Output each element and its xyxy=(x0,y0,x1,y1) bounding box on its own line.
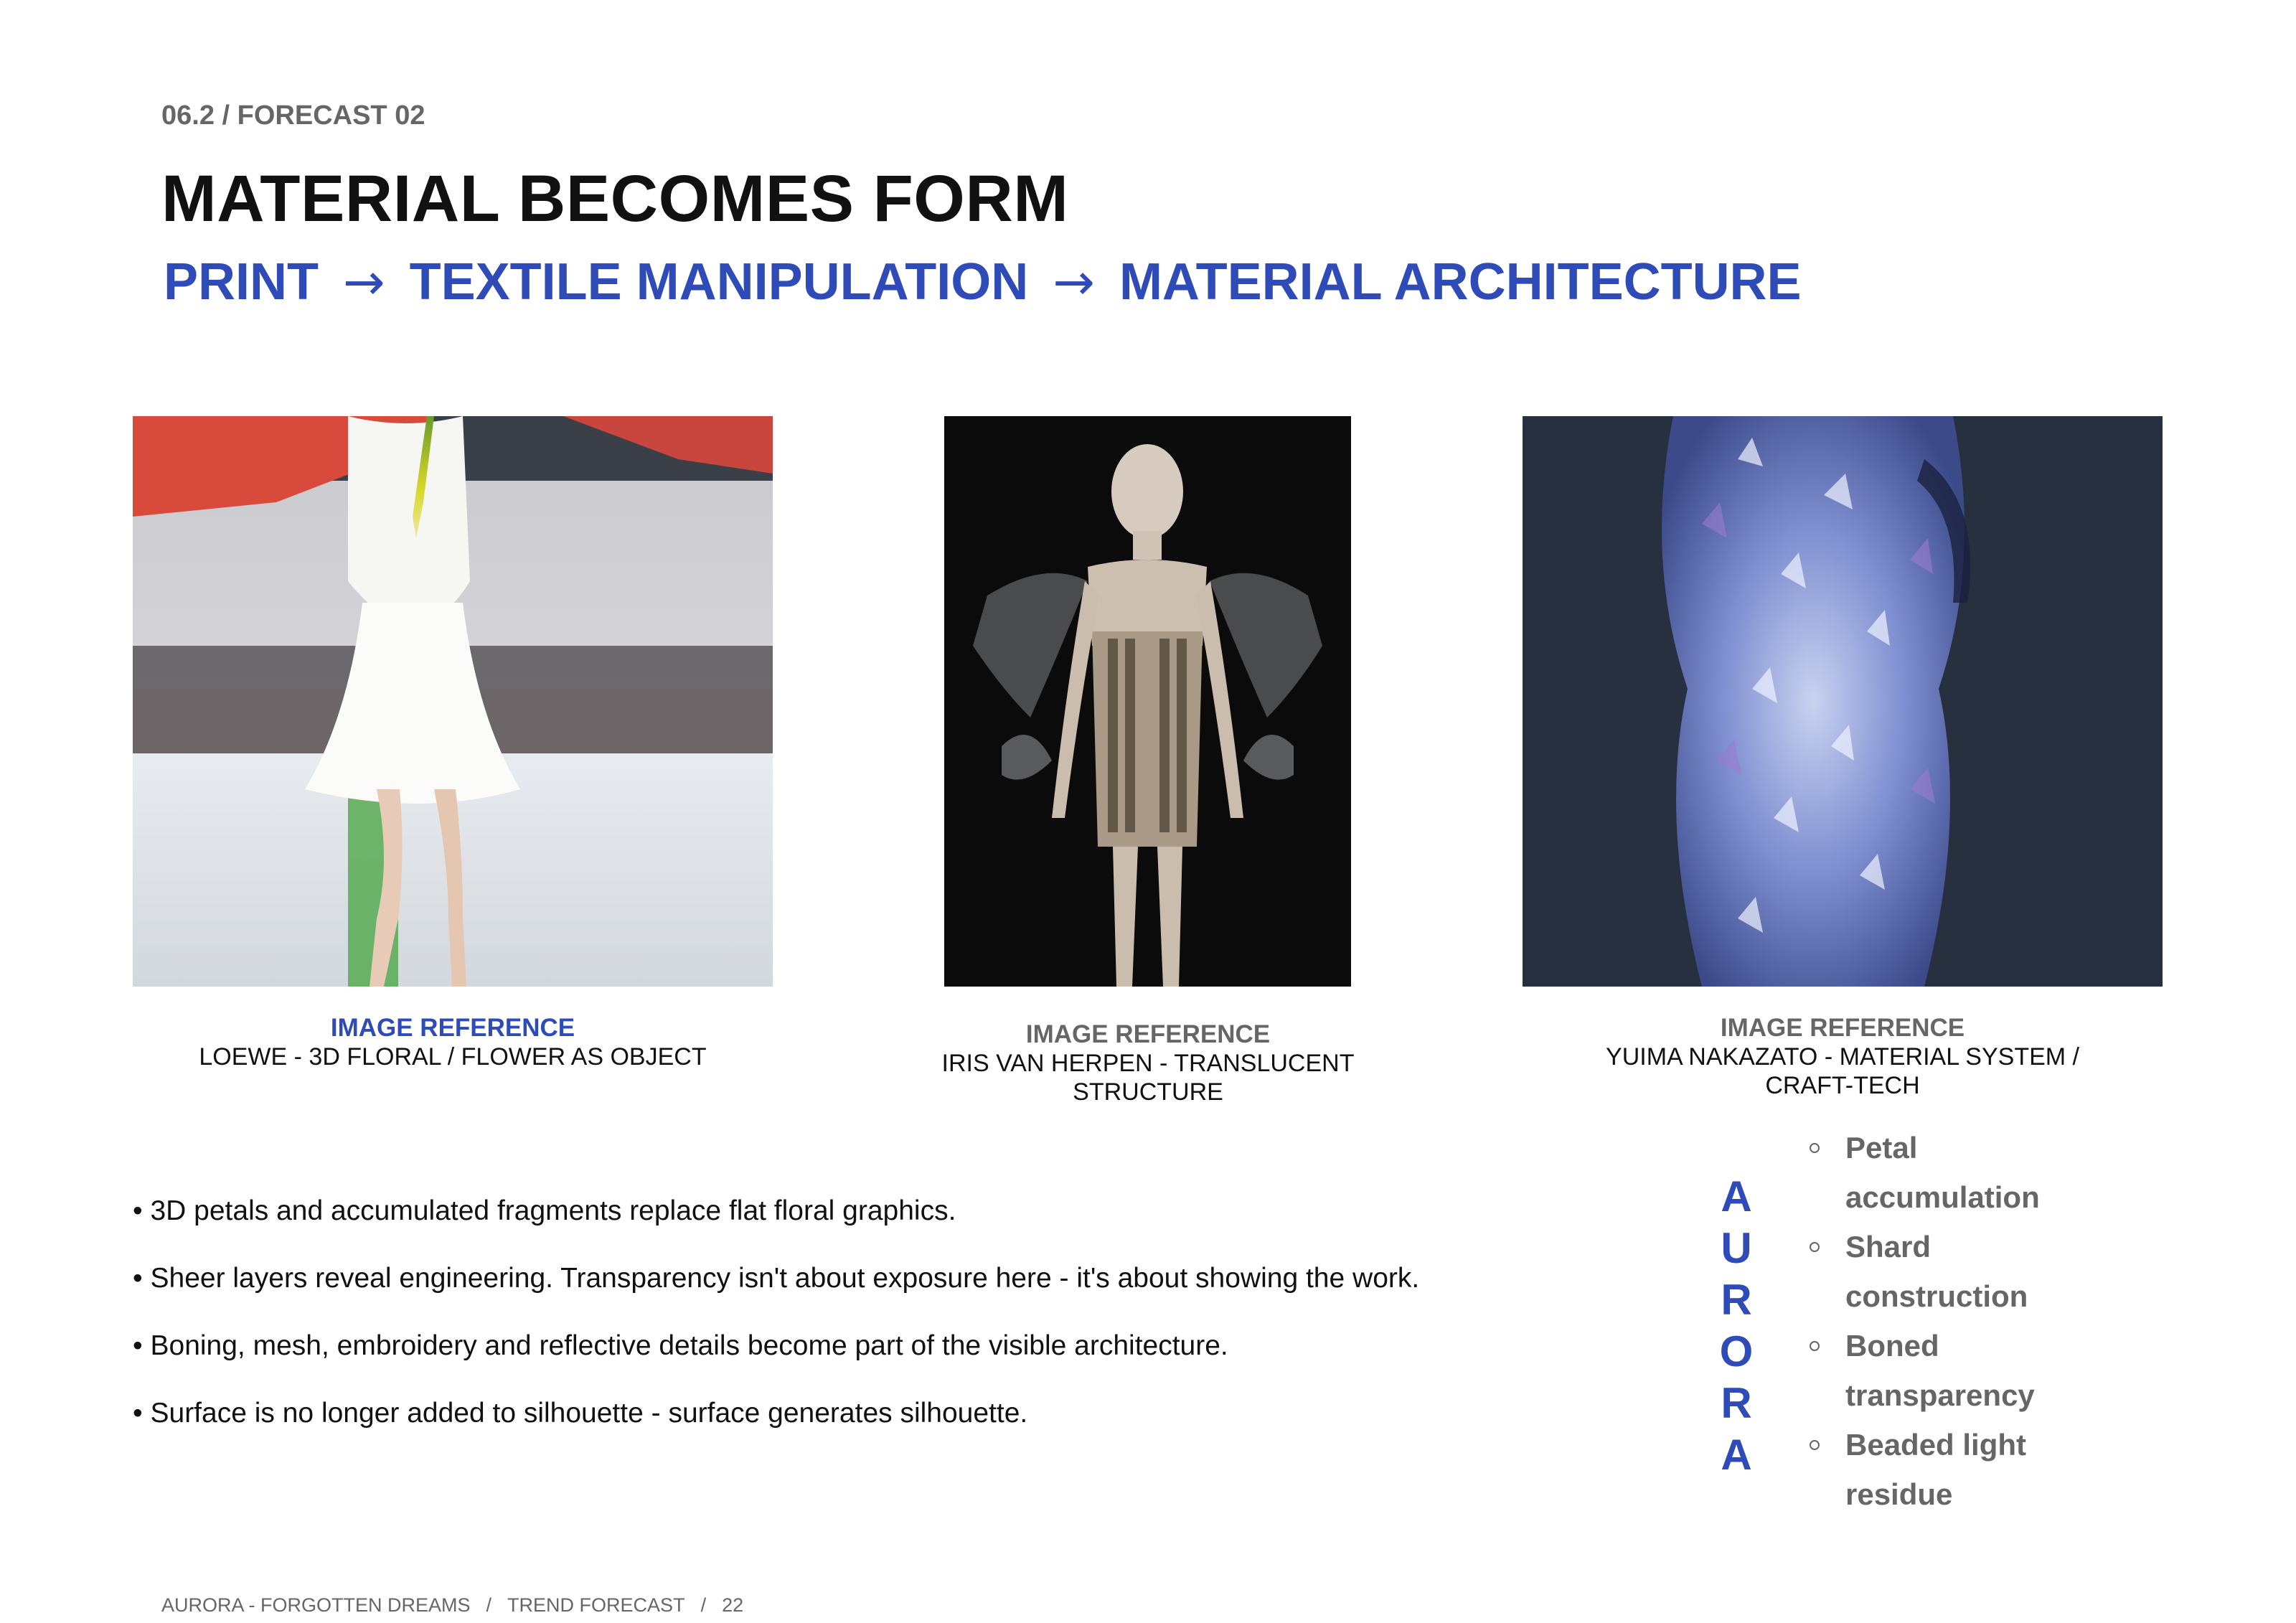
hollow-bullet-icon xyxy=(1810,1143,1820,1153)
section-kicker: 06.2 / FORECAST 02 xyxy=(161,100,425,131)
hollow-bullet-icon xyxy=(1810,1242,1820,1252)
aurora-letter: U xyxy=(1721,1224,1752,1272)
aurora-keyword-item: Boned transparency xyxy=(1808,1321,2095,1420)
aurora-keyword-item: Shard construction xyxy=(1808,1222,2095,1321)
aurora-vertical-word: A U R O R A xyxy=(1715,1171,1758,1481)
bullet-item: • 3D petals and accumulated fragments re… xyxy=(133,1195,956,1226)
hollow-bullet-icon xyxy=(1810,1341,1820,1351)
aurora-letter: A xyxy=(1721,1431,1752,1479)
process-flow-heading: PRINT → TEXTILE MANIPULATION → MATERIAL … xyxy=(164,253,1802,311)
reference-description-continued: STRUCTURE xyxy=(1073,1078,1223,1106)
reference-photo-iris-van-herpen xyxy=(944,416,1351,987)
reference-caption-yuima-nakazato: IMAGE REFERENCE YUIMA NAKAZATO - MATERIA… xyxy=(1523,1014,2163,1100)
aurora-letter: O xyxy=(1719,1327,1754,1375)
reference-description: LOEWE - 3D FLORAL / FLOWER AS OBJECT xyxy=(199,1043,707,1071)
insight-bullets: • 3D petals and accumulated fragments re… xyxy=(133,1195,1496,1464)
right-arrow-icon: → xyxy=(343,253,385,311)
right-arrow-icon: → xyxy=(1053,253,1095,311)
flow-step-material-architecture: MATERIAL ARCHITECTURE xyxy=(1119,253,1802,311)
page-footer: AURORA - FORGOTTEN DREAMS / TREND FORECAST… xyxy=(161,1594,743,1617)
bullet-item: • Sheer layers reveal engineering. Trans… xyxy=(133,1263,1420,1294)
aurora-letter: R xyxy=(1721,1276,1752,1324)
footer-separator: / xyxy=(700,1594,707,1616)
reference-description: IRIS VAN HERPEN - TRANSLUCENT xyxy=(941,1050,1355,1077)
page-title: MATERIAL BECOMES FORM xyxy=(161,162,1069,235)
footer-collection: AURORA - FORGOTTEN DREAMS xyxy=(161,1594,471,1616)
footer-section: TREND FORECAST xyxy=(507,1594,685,1616)
reference-photo-loewe xyxy=(133,416,773,987)
aurora-keyword-item: Beaded light residue xyxy=(1808,1420,2095,1519)
flow-step-textile-manipulation: TEXTILE MANIPULATION xyxy=(409,253,1029,311)
page-number: 22 xyxy=(722,1594,744,1616)
aurora-keyword-item: Petal accumulation xyxy=(1808,1123,2095,1222)
bullet-item: • Boning, mesh, embroidery and reflectiv… xyxy=(133,1330,1228,1361)
aurora-letter: R xyxy=(1721,1379,1752,1427)
hollow-bullet-icon xyxy=(1810,1440,1820,1450)
reference-photo-yuima-nakazato xyxy=(1523,416,2163,987)
reference-description: YUIMA NAKAZATO - MATERIAL SYSTEM / xyxy=(1606,1043,2079,1071)
flow-step-print: PRINT xyxy=(164,253,319,311)
bullet-item: • Surface is no longer added to silhouet… xyxy=(133,1398,1028,1429)
image-reference-label: IMAGE REFERENCE xyxy=(1720,1014,1965,1042)
aurora-letter: A xyxy=(1721,1172,1752,1220)
reference-caption-iris-van-herpen: IMAGE REFERENCE IRIS VAN HERPEN - TRANSL… xyxy=(861,1020,1435,1106)
aurora-keyword-list: Petal accumulation Shard construction Bo… xyxy=(1808,1123,2095,1519)
reference-caption-loewe: IMAGE REFERENCE LOEWE - 3D FLORAL / FLOW… xyxy=(133,1014,773,1071)
image-reference-label: IMAGE REFERENCE xyxy=(330,1014,575,1042)
footer-separator: / xyxy=(486,1594,492,1616)
image-reference-label: IMAGE REFERENCE xyxy=(1025,1020,1271,1048)
reference-description-continued: CRAFT-TECH xyxy=(1765,1072,1920,1099)
